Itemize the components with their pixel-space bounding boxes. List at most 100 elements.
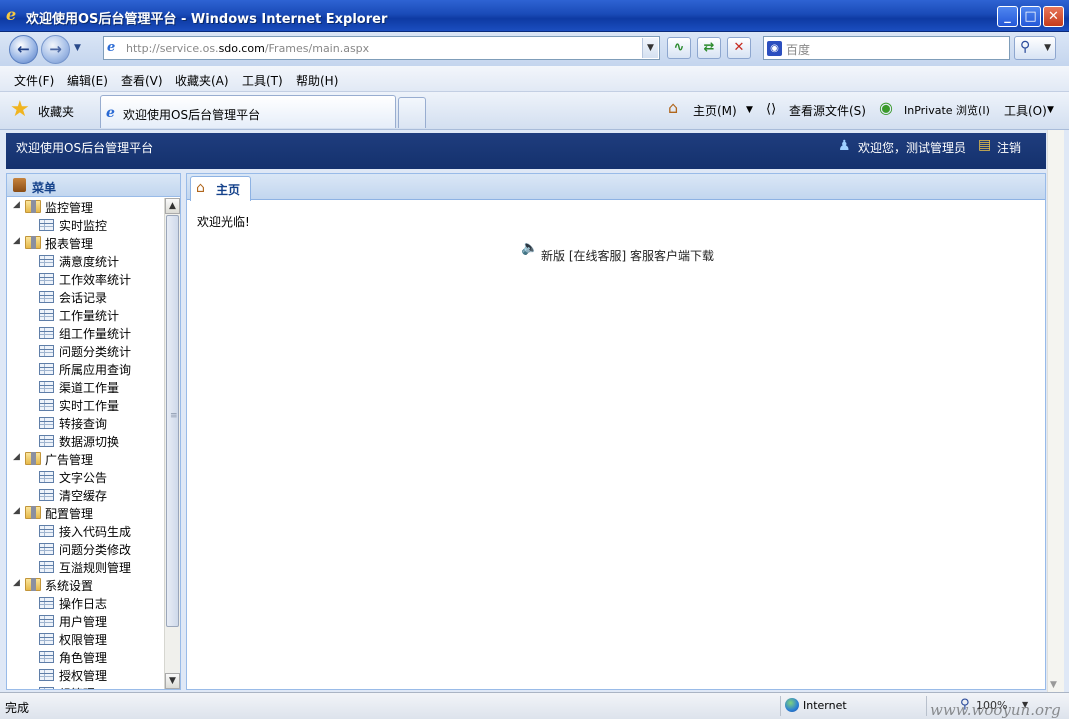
table-icon <box>39 597 54 609</box>
page-icon: e <box>107 40 116 55</box>
logout-icon[interactable]: ▤ <box>978 137 991 153</box>
scroll-thumb[interactable]: ≡ <box>166 215 179 627</box>
tools-button[interactable]: 工具(O) <box>1004 102 1047 119</box>
menu-group-label: 报表管理 <box>45 237 94 251</box>
window-titlebar: e 欢迎使用OS后台管理平台 - Windows Internet Explor… <box>0 0 1069 32</box>
menu-item-label: 满意度统计 <box>59 255 120 269</box>
search-placeholder: 百度 <box>786 43 811 57</box>
menu-item-label: 数据源切换 <box>59 435 120 449</box>
logout-link[interactable]: 注销 <box>997 139 1021 156</box>
arrow-right-icon: → <box>49 40 62 58</box>
menu-item-label: 操作日志 <box>59 597 108 611</box>
status-text: 完成 <box>5 701 30 715</box>
chevron-down-icon[interactable]: ▼ <box>1044 43 1051 53</box>
menu-favorites[interactable]: 收藏夹(A) <box>175 72 229 89</box>
stop-button[interactable]: ✕ <box>727 37 751 59</box>
menu-item-label: 文字公告 <box>59 471 108 485</box>
expand-arrow-icon[interactable]: ◢ <box>13 578 20 588</box>
minimize-button[interactable]: _ <box>997 6 1018 27</box>
watermark: www.wooyun.org <box>930 701 1061 719</box>
menu-file[interactable]: 文件(F) <box>14 72 54 89</box>
status-divider <box>926 696 927 716</box>
table-icon <box>39 489 54 501</box>
address-input[interactable]: e http://service.os.sdo.com/Frames/main.… <box>103 36 660 60</box>
menu-item-label: 授权管理 <box>59 669 108 683</box>
compatibility-view-button[interactable]: ∿ <box>667 37 691 59</box>
folder-icon <box>25 578 41 591</box>
recent-pages-dropdown[interactable]: ▼ <box>74 43 81 53</box>
welcome-message: 欢迎光临! <box>197 215 250 229</box>
table-icon <box>39 291 54 303</box>
menu-edit[interactable]: 编辑(E) <box>67 72 108 89</box>
menu-item-label: 渠道工作量 <box>59 381 120 395</box>
inprivate-icon: ◉ <box>879 98 893 117</box>
internet-zone-icon <box>785 698 799 712</box>
scroll-down-button[interactable]: ▼ <box>165 673 180 689</box>
notice-suffix: 客服客户端下载 <box>626 249 715 263</box>
expand-arrow-icon[interactable]: ◢ <box>13 200 20 210</box>
app-header: 欢迎使用OS后台管理平台 ♟ 欢迎您，测试管理员 ▤ 注销 <box>6 133 1046 169</box>
favorites-bar: ★ 收藏夹 e 欢迎使用OS后台管理平台 ⌂ 主页(M) ▼ ⟨⟩ 查看源文件(… <box>0 92 1069 130</box>
menu-group-label: 系统设置 <box>45 579 94 593</box>
table-icon <box>39 669 54 681</box>
home-button[interactable]: 主页(M) <box>693 102 737 119</box>
inprivate-button[interactable]: InPrivate 浏览(I) <box>904 102 990 118</box>
browser-tab-title: 欢迎使用OS后台管理平台 <box>123 108 261 122</box>
search-icon: ⚲ <box>1020 39 1031 55</box>
new-tab-button[interactable] <box>398 97 426 128</box>
speaker-icon: 🔈 <box>521 240 539 256</box>
menu-scrollbar[interactable]: ▲ ≡ ▼ <box>164 198 180 689</box>
table-icon <box>39 471 54 483</box>
menu-item-label: 互溢规则管理 <box>59 561 132 575</box>
browser-tab-active[interactable]: e 欢迎使用OS后台管理平台 <box>100 95 396 128</box>
favorites-star-icon[interactable]: ★ <box>10 99 30 121</box>
ie-page-icon: e <box>106 105 115 121</box>
menu-item-label: 接入代码生成 <box>59 525 132 539</box>
forward-button[interactable]: → <box>41 35 70 64</box>
menu-view[interactable]: 查看(V) <box>121 72 163 89</box>
tools-dropdown-icon[interactable]: ▼ <box>1047 105 1054 115</box>
menu-tree: ◢ 监控管理 实时监控 ◢ 报表管理 满意度统计 工作效率统计 会话记录 工作量统计 组工作量统计… <box>7 198 164 689</box>
menu-item-label: 组管理 <box>59 685 95 689</box>
scroll-up-button[interactable]: ▲ <box>165 198 180 214</box>
tab-home-label: 主页 <box>216 183 241 197</box>
tab-home[interactable]: ⌂ 主页 <box>190 176 251 201</box>
search-button[interactable]: ⚲ ▼ <box>1014 36 1056 60</box>
menu-item-label: 组工作量统计 <box>59 327 132 341</box>
home-dropdown-icon[interactable]: ▼ <box>746 105 753 115</box>
refresh-button[interactable]: ⇄ <box>697 37 721 59</box>
address-dropdown-button[interactable]: ▼ <box>642 38 658 58</box>
page-scroll-down-icon[interactable]: ▼ <box>1050 680 1057 690</box>
table-icon <box>39 687 54 689</box>
folder-icon <box>25 452 41 465</box>
table-icon <box>39 345 54 357</box>
favorites-button[interactable]: 收藏夹 <box>38 103 74 120</box>
menu-bar: 文件(F) 编辑(E) 查看(V) 收藏夹(A) 工具(T) 帮助(H) <box>0 66 1069 92</box>
folder-icon <box>25 506 41 519</box>
baidu-paw-icon: ◉ <box>767 41 782 56</box>
page-scrollbar[interactable]: ▼ <box>1047 130 1064 692</box>
menu-item-label: 工作效率统计 <box>59 273 132 287</box>
expand-arrow-icon[interactable]: ◢ <box>13 452 20 462</box>
menu-item-label: 问题分类修改 <box>59 543 132 557</box>
ie-logo-icon: e <box>6 5 17 24</box>
menu-item-label: 角色管理 <box>59 651 108 665</box>
status-divider <box>780 696 781 716</box>
menu-item-label: 问题分类统计 <box>59 345 132 359</box>
menu-tools[interactable]: 工具(T) <box>242 72 283 89</box>
table-icon <box>39 273 54 285</box>
search-input[interactable]: ◉ 百度 <box>763 36 1010 60</box>
view-source-button[interactable]: 查看源文件(S) <box>789 102 866 119</box>
home-icon[interactable]: ⌂ <box>668 99 678 117</box>
menu-item-label: 转接查询 <box>59 417 108 431</box>
table-icon <box>39 417 54 429</box>
menu-help[interactable]: 帮助(H) <box>296 72 338 89</box>
expand-arrow-icon[interactable]: ◢ <box>13 506 20 516</box>
online-service-link[interactable]: [在线客服] <box>569 249 626 263</box>
maximize-button[interactable]: □ <box>1020 6 1041 27</box>
address-toolbar: ← → ▼ e http://service.os.sdo.com/Frames… <box>0 32 1069 66</box>
back-button[interactable]: ← <box>9 35 38 64</box>
expand-arrow-icon[interactable]: ◢ <box>13 236 20 246</box>
close-button[interactable]: ✕ <box>1043 6 1064 27</box>
security-zone[interactable]: Internet <box>803 699 847 712</box>
